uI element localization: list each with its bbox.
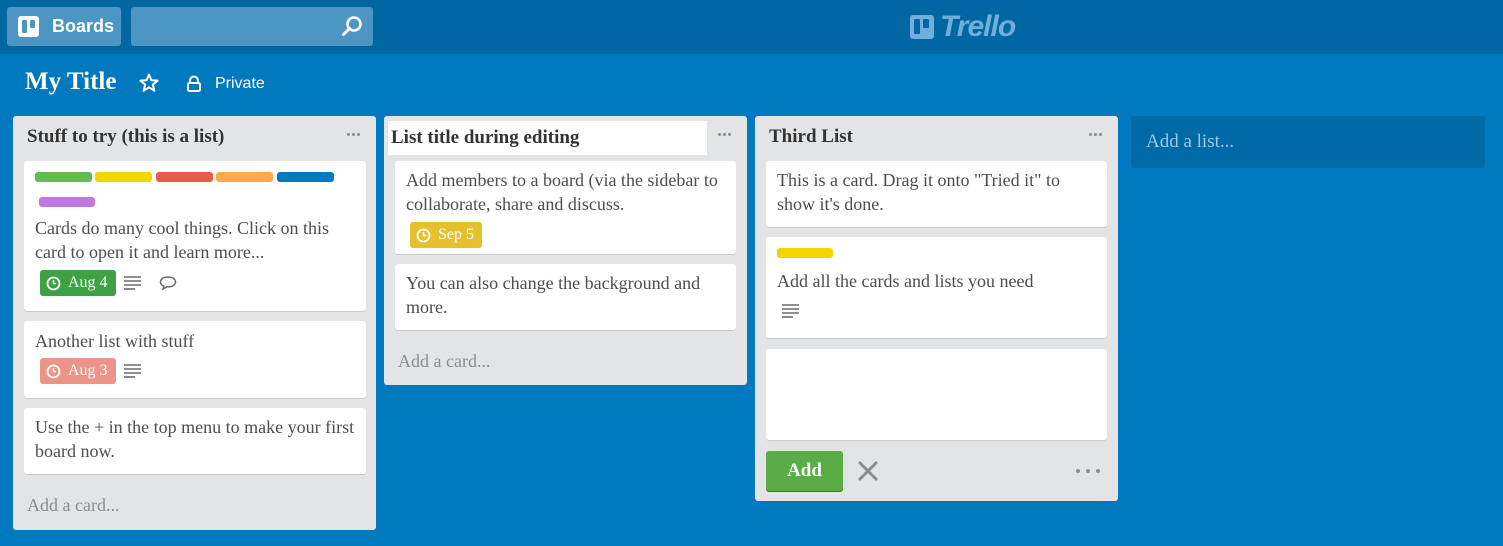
search-box[interactable]: [131, 7, 373, 46]
card-composer[interactable]: [766, 349, 1107, 440]
list-menu-icon[interactable]: [715, 130, 733, 142]
description-icon: [782, 304, 799, 318]
card-text: You can also change the background and m…: [406, 273, 701, 317]
list-card[interactable]: You can also change the background and m…: [395, 264, 736, 330]
card-label-purple: [39, 197, 95, 207]
card-label-yellow: [95, 172, 152, 182]
star-icon[interactable]: [139, 73, 159, 93]
trello-logo[interactable]: Trello: [910, 10, 1016, 44]
composer-options-icon[interactable]: [1076, 467, 1100, 475]
list-third: Third List This is a card. Drag it onto …: [755, 116, 1118, 501]
close-icon[interactable]: [856, 459, 880, 483]
list-title[interactable]: Stuff to try (this is a list): [27, 126, 224, 148]
add-card-link[interactable]: Add a card...: [398, 351, 490, 372]
card-label-blue: [277, 172, 334, 182]
due-date-text: Aug 4: [68, 274, 108, 291]
boards-button[interactable]: Boards: [7, 7, 121, 46]
card-label-green: [35, 172, 92, 182]
lock-icon: [187, 75, 201, 92]
add-list-button[interactable]: Add a list...: [1131, 116, 1485, 168]
top-bar: Boards Trello: [0, 0, 1503, 54]
card-text: Add all the cards and lists you need: [777, 271, 1034, 291]
card-label-orange: [216, 172, 273, 182]
clock-icon: [46, 276, 61, 290]
list-menu-icon[interactable]: [1086, 130, 1104, 142]
due-date-badge: Aug 3: [40, 358, 116, 384]
card-text: Add members to a board (via the sidebar …: [406, 170, 718, 214]
list-header: Third List: [755, 116, 1118, 156]
card-label-yellow: [777, 248, 833, 258]
list-card[interactable]: Cards do many cool things. Click on this…: [24, 161, 366, 311]
card-text: Use the + in the top menu to make your f…: [35, 417, 355, 461]
list-card[interactable]: Another list with stuff Aug 3: [24, 321, 366, 398]
list-card[interactable]: Add members to a board (via the sidebar …: [395, 161, 736, 254]
card-text: This is a card. Drag it onto "Tried it" …: [777, 170, 1060, 214]
due-date-badge: Aug 4: [40, 270, 116, 296]
due-date-badge: Sep 5: [410, 222, 482, 248]
list-card[interactable]: This is a card. Drag it onto "Tried it" …: [766, 161, 1107, 227]
card-composer-textarea[interactable]: [766, 349, 1107, 440]
description-icon: [124, 276, 141, 290]
list-menu-icon[interactable]: [344, 130, 362, 142]
privacy-label: Private: [215, 75, 265, 92]
card-label-red: [156, 172, 213, 182]
privacy-button[interactable]: Private: [186, 72, 265, 96]
add-card-link[interactable]: Add a card...: [27, 495, 119, 516]
list-header: [384, 116, 747, 156]
trello-logo-icon: [910, 15, 934, 39]
logo-text: Trello: [940, 10, 1016, 43]
due-date-text: Aug 3: [68, 362, 108, 379]
list-header: Stuff to try (this is a list): [13, 116, 376, 156]
list-card[interactable]: Use the + in the top menu to make your f…: [24, 408, 366, 474]
search-icon[interactable]: [341, 15, 363, 37]
list-stuff-to-try: Stuff to try (this is a list) Cards do m…: [13, 116, 376, 530]
board-title[interactable]: My Title: [25, 68, 116, 96]
clock-icon: [416, 228, 431, 242]
add-card-button[interactable]: Add: [766, 451, 843, 491]
list-editing: Add members to a board (via the sidebar …: [384, 116, 747, 385]
comment-icon: [159, 276, 177, 290]
search-input[interactable]: [131, 7, 331, 46]
boards-label: Boards: [52, 16, 115, 36]
list-title[interactable]: Third List: [769, 126, 853, 148]
list-card[interactable]: Add all the cards and lists you need: [766, 237, 1107, 338]
description-icon: [124, 364, 141, 378]
list-title-input[interactable]: [388, 121, 707, 155]
clock-icon: [46, 364, 61, 378]
card-text: Cards do many cool things. Click on this…: [35, 218, 329, 262]
add-list-label: Add a list...: [1146, 131, 1235, 152]
due-date-text: Sep 5: [438, 226, 474, 243]
boards-icon: [18, 16, 39, 37]
card-text: Another list with stuff: [35, 331, 195, 351]
